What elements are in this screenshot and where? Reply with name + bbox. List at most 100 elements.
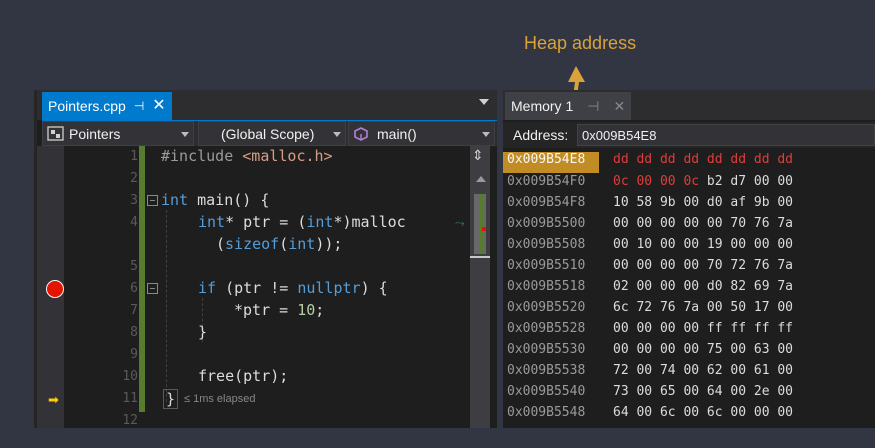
- code-line[interactable]: }: [198, 323, 207, 341]
- collapse-icon[interactable]: [147, 283, 158, 294]
- line-number: 11: [122, 391, 138, 406]
- pane-left-edge: [34, 90, 37, 428]
- memory-bytes[interactable]: 00 00 00 00 ff ff ff ff: [599, 321, 793, 342]
- memory-address: 0x009B5528: [507, 321, 586, 336]
- code-text: (: [216, 235, 226, 253]
- code-text: (ptr !=: [216, 279, 298, 297]
- close-icon[interactable]: ✕: [152, 98, 165, 114]
- memory-address: 0x009B54F8: [507, 195, 586, 210]
- address-input[interactable]: 0x009B54E8: [577, 124, 875, 146]
- memory-bytes[interactable]: 0c 00 00 0c b2 d7 00 00: [599, 174, 793, 195]
- tab-memory-1[interactable]: Memory 1 ⊣ ✕: [505, 92, 632, 120]
- memory-bytes[interactable]: dd dd dd dd dd dd dd dd: [599, 152, 793, 173]
- memory-bytes[interactable]: 10 58 9b 00 d0 af 9b 00: [599, 195, 793, 216]
- keyword: int: [198, 213, 226, 231]
- member-dropdown[interactable]: main(): [348, 121, 495, 146]
- code-text: *)malloc: [333, 213, 406, 231]
- memory-row: 0x009B5540 73 00 65 00 64 00 2e 00: [503, 384, 793, 405]
- code-text: }: [166, 390, 176, 408]
- scope-dropdown[interactable]: (Global Scope): [198, 121, 346, 146]
- code-line[interactable]: if (ptr != nullptr) {: [198, 279, 388, 297]
- perf-tip[interactable]: ≤ 1ms elapsed: [184, 393, 255, 405]
- memory-row: 0x009B54F8 10 58 9b 00 d0 af 9b 00: [503, 195, 793, 216]
- line-number: 9: [130, 347, 138, 362]
- code-line[interactable]: *ptr = 10;: [234, 301, 324, 319]
- memory-bytes[interactable]: 00 00 00 00 70 72 76 7a: [599, 258, 793, 279]
- chevron-down-icon: [482, 132, 490, 137]
- line-number: 7: [130, 303, 138, 318]
- vertical-scrollbar[interactable]: [470, 146, 490, 428]
- memory-tab-bar: Memory 1 ⊣ ✕: [503, 90, 875, 120]
- line-number: 6: [130, 281, 138, 296]
- memory-address: 0x009B5500: [507, 216, 586, 231]
- close-icon[interactable]: ✕: [613, 98, 625, 115]
- memory-row: 0x009B5500 00 00 00 00 00 70 76 7a: [503, 216, 793, 237]
- scroll-up-icon[interactable]: [476, 176, 486, 182]
- collapse-icon[interactable]: [147, 195, 158, 206]
- memory-window: Memory 1 ⊣ ✕ Address: 0x009B54E8 0x009B5…: [503, 90, 875, 428]
- code-text: }: [198, 323, 208, 341]
- memory-address: 0x009B5530: [507, 342, 586, 357]
- keyword: int: [288, 235, 316, 253]
- memory-address: 0x009B5508: [507, 237, 586, 252]
- include-path: <malloc.h>: [242, 147, 333, 165]
- memory-address: 0x009B5518: [507, 279, 586, 294]
- pin-icon[interactable]: ⊣: [587, 98, 599, 115]
- memory-row: 0x009B5538 72 00 74 00 62 00 61 00: [503, 363, 793, 384]
- line-number: 5: [130, 259, 138, 274]
- code-text: ) {: [360, 279, 388, 297]
- keyword: sizeof: [225, 235, 280, 253]
- code-text: (: [279, 235, 289, 253]
- code-editor-pane: Pointers.cpp ⊣ ✕ Pointers (Global Scope): [34, 90, 497, 428]
- code-line[interactable]: free(ptr);: [198, 367, 288, 385]
- code-line[interactable]: (sizeof(int));: [216, 235, 342, 253]
- code-line[interactable]: #include <malloc.h>: [161, 147, 333, 165]
- line-number: 2: [130, 171, 138, 186]
- split-window-icon[interactable]: ⇕: [472, 148, 484, 164]
- memory-row: 0x009B5530 00 00 00 00 75 00 63 00: [503, 342, 793, 363]
- pin-icon[interactable]: ⊣: [134, 99, 144, 113]
- memory-address: 0x009B54F0: [507, 174, 586, 189]
- code-line[interactable]: int* ptr = (int*)malloc: [198, 213, 406, 231]
- memory-bytes[interactable]: 72 00 74 00 62 00 61 00: [599, 363, 793, 384]
- edit-and-continue-icon: ⤳: [455, 216, 465, 230]
- keyword: int: [161, 191, 189, 209]
- memory-row: 0x009B54F0 0c 00 00 0c b2 d7 00 00: [503, 174, 793, 195]
- memory-address: 0x009B5520: [507, 300, 586, 315]
- memory-row: 0x009B5518 02 00 00 00 d0 82 69 7a: [503, 279, 793, 300]
- memory-row: 0x009B5510 00 00 00 00 70 72 76 7a: [503, 258, 793, 279]
- address-bar: Address: 0x009B54E8: [503, 122, 875, 148]
- memory-bytes[interactable]: 00 00 00 00 00 70 76 7a: [599, 216, 793, 237]
- breakpoint-icon[interactable]: [46, 280, 64, 298]
- line-number: 10: [122, 369, 138, 384]
- memory-bytes[interactable]: 02 00 00 00 d0 82 69 7a: [599, 279, 793, 300]
- chevron-down-icon: [333, 132, 341, 137]
- instruction-pointer-icon[interactable]: ➡: [48, 393, 59, 408]
- line-number: 1: [130, 149, 138, 164]
- chevron-down-icon: [181, 132, 189, 137]
- memory-bytes[interactable]: 6c 72 76 7a 00 50 17 00: [599, 300, 793, 321]
- code-text: main() {: [188, 191, 270, 209]
- code-text: * ptr = (: [225, 213, 307, 231]
- memory-address: 0x009B5538: [507, 363, 586, 378]
- code-text: ));: [315, 235, 343, 253]
- keyword: int: [306, 213, 334, 231]
- code-line[interactable]: int main() {: [161, 191, 269, 209]
- memory-address: 0x009B54E8: [503, 152, 599, 173]
- code-text: free(ptr);: [198, 367, 289, 385]
- project-dropdown[interactable]: Pointers: [42, 121, 194, 146]
- code-line[interactable]: }: [163, 389, 179, 409]
- memory-row: 0x009B5548 64 00 6c 00 6c 00 00 00: [503, 405, 793, 426]
- memory-bytes[interactable]: 00 10 00 00 19 00 00 00: [599, 237, 793, 258]
- unchanged-bytes: b2 d7 00 00: [699, 174, 794, 189]
- preprocessor-text: #include: [161, 147, 243, 165]
- line-number: 8: [130, 325, 138, 340]
- tab-pointers-cpp[interactable]: Pointers.cpp ⊣ ✕: [42, 92, 172, 120]
- memory-bytes[interactable]: 00 00 00 00 75 00 63 00: [599, 342, 793, 363]
- memory-row: 0x009B5508 00 10 00 00 19 00 00 00: [503, 237, 793, 258]
- memory-bytes[interactable]: 73 00 65 00 64 00 2e 00: [599, 384, 793, 405]
- scope-name: (Global Scope): [221, 125, 315, 142]
- memory-row: 0x009B54E8 dd dd dd dd dd dd dd dd: [503, 152, 793, 173]
- tab-list-dropdown-icon[interactable]: [479, 99, 489, 105]
- memory-bytes[interactable]: 64 00 6c 00 6c 00 00 00: [599, 405, 793, 426]
